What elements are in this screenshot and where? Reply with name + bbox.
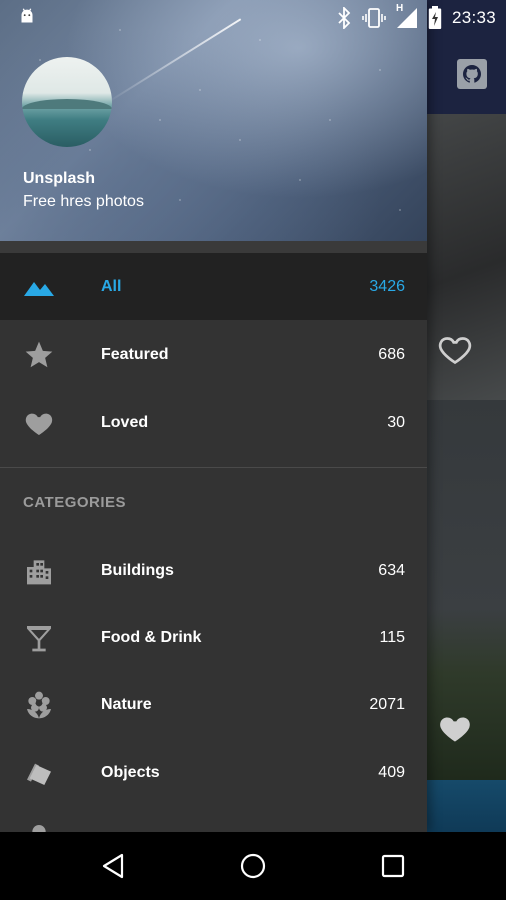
category-item-partial[interactable] xyxy=(0,806,427,832)
drawer-item-label: All xyxy=(101,277,122,295)
building-icon xyxy=(22,554,56,588)
drawer-item-count: 686 xyxy=(378,345,405,363)
status-time: 23:33 xyxy=(451,8,496,27)
avatar[interactable] xyxy=(22,57,112,147)
status-icons: H 23:33 xyxy=(336,0,496,36)
navigation-bar xyxy=(0,832,506,900)
bluetooth-icon xyxy=(336,7,352,29)
network-type-label: H xyxy=(395,3,404,14)
heart-outline-icon[interactable] xyxy=(437,331,473,367)
mountain-icon xyxy=(22,270,56,304)
section-divider xyxy=(0,467,427,468)
heart-icon xyxy=(22,406,56,440)
category-item-label: Buildings xyxy=(101,561,174,579)
drawer-item-count: 30 xyxy=(387,413,405,431)
category-item-count: 115 xyxy=(379,628,405,646)
drawer-header: Unsplash Free hres photos xyxy=(0,0,427,241)
category-item-count: 409 xyxy=(378,763,405,781)
header-subtitle: Free hres photos xyxy=(23,193,144,210)
navigation-drawer: Unsplash Free hres photos All 3426 Featu… xyxy=(0,0,427,832)
category-item-label: Food & Drink xyxy=(101,628,202,646)
cocktail-icon xyxy=(22,621,56,655)
category-item-label: Nature xyxy=(101,695,152,713)
drawer-item-count: 3426 xyxy=(369,277,405,295)
github-icon[interactable] xyxy=(456,58,488,90)
category-item-count: 2071 xyxy=(369,695,405,713)
header-title: Unsplash xyxy=(23,170,96,187)
categories-header: CATEGORIES xyxy=(23,494,127,511)
battery-charging-icon xyxy=(428,6,442,30)
avatar-landscape xyxy=(22,99,112,109)
android-icon xyxy=(21,8,33,23)
category-item-count: 634 xyxy=(378,561,405,579)
category-item-objects[interactable]: Objects 409 xyxy=(0,739,427,806)
drawer-item-label: Loved xyxy=(101,413,149,431)
category-item-label: Objects xyxy=(101,763,160,781)
drawer-item-loved[interactable]: Loved 30 xyxy=(0,389,427,456)
category-item-food-drink[interactable]: Food & Drink 115 xyxy=(0,604,427,671)
category-item-nature[interactable]: Nature 2071 xyxy=(0,671,427,738)
signal-icon: H xyxy=(396,3,418,29)
vibrate-icon xyxy=(362,7,386,29)
person-icon xyxy=(22,820,56,832)
objects-icon xyxy=(22,756,56,790)
drawer-item-featured[interactable]: Featured 686 xyxy=(0,321,427,388)
drawer-item-all[interactable]: All 3426 xyxy=(0,253,427,320)
category-item-buildings[interactable]: Buildings 634 xyxy=(0,537,427,604)
star-icon xyxy=(22,338,56,372)
recents-icon[interactable] xyxy=(379,852,407,880)
flower-icon xyxy=(22,688,56,722)
back-icon[interactable] xyxy=(99,852,127,880)
status-bar: H 23:33 xyxy=(0,0,506,36)
header-divider xyxy=(0,241,427,253)
screen: Unsplash Free hres photos All 3426 Featu… xyxy=(0,0,506,900)
heart-filled-icon[interactable] xyxy=(437,710,473,746)
drawer-item-label: Featured xyxy=(101,345,169,363)
home-icon[interactable] xyxy=(239,852,267,880)
